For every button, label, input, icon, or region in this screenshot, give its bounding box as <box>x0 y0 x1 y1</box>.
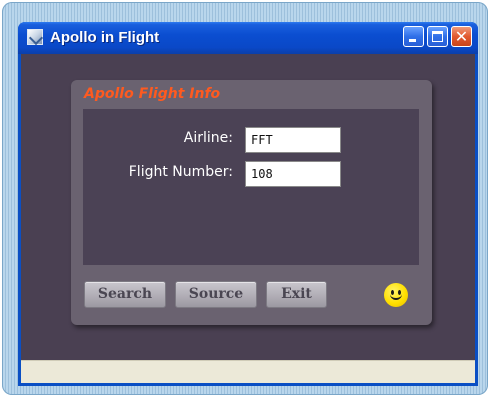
flight-number-label: Flight Number: <box>128 164 233 180</box>
smiley-mouth <box>390 291 402 300</box>
flight-info-panel: Apollo Flight Info Airline: Flight Numbe… <box>71 80 432 325</box>
maximize-icon <box>432 31 443 42</box>
status-bar <box>21 360 475 383</box>
form-area: Airline: Flight Number: <box>83 109 419 265</box>
window-title: Apollo in Flight <box>50 29 160 46</box>
minimize-icon <box>409 39 416 42</box>
panel-title: Apollo Flight Info <box>84 86 221 102</box>
close-icon: ✕ <box>454 27 469 46</box>
maximize-button[interactable] <box>427 26 448 47</box>
app-window: Apollo in Flight ✕ Apollo Flight Info Ai… <box>18 22 478 386</box>
search-button[interactable]: Search <box>84 281 166 308</box>
close-button[interactable]: ✕ <box>451 26 472 47</box>
source-button[interactable]: Source <box>175 281 257 308</box>
smiley-icon <box>384 283 408 307</box>
airline-input[interactable] <box>245 127 341 153</box>
app-icon[interactable] <box>27 29 43 45</box>
title-bar[interactable]: Apollo in Flight ✕ <box>18 22 478 54</box>
exit-button[interactable]: Exit <box>266 281 327 308</box>
flight-number-input[interactable] <box>245 161 341 187</box>
airline-label: Airline: <box>183 130 233 146</box>
minimize-button[interactable] <box>403 26 424 47</box>
